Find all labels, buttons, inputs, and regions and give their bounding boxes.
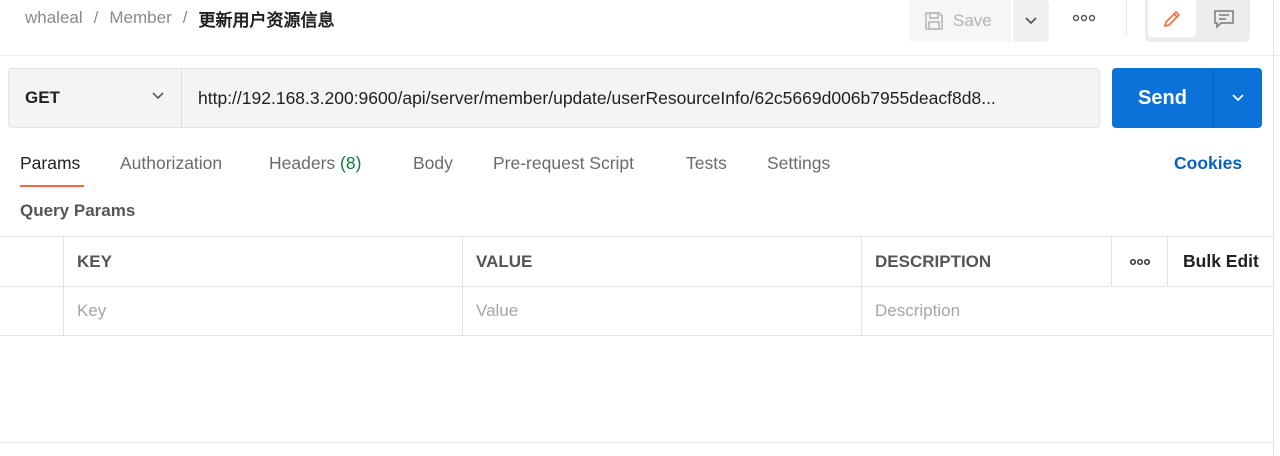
url-value: http://192.168.3.200:9600/api/server/mem… [198,87,996,108]
headers-count-badge: (8) [340,153,362,173]
tab-authorization[interactable]: Authorization [120,153,222,174]
query-params-title: Query Params [20,201,136,220]
breadcrumb: whaleal / Member / 更新用户资源信息 [25,6,334,31]
row-select-column [0,237,64,286]
save-label: Save [953,11,992,30]
save-button[interactable]: Save [909,0,1011,42]
method-label: GET [25,88,60,107]
query-params-table: KEY VALUE DESCRIPTION Bulk Edit Key Valu… [0,236,1274,336]
save-disk-icon [923,10,945,32]
tab-headers-label: Headers [269,153,336,173]
tab-params[interactable]: Params [20,153,80,174]
breadcrumb-separator: / [182,8,188,27]
key-input[interactable]: Key [63,287,463,335]
send-button[interactable]: Send [1112,68,1213,128]
edit-mode-button[interactable] [1148,0,1196,37]
send-options-button[interactable] [1214,68,1262,128]
method-select[interactable]: GET [8,68,182,128]
url-input[interactable]: http://192.168.3.200:9600/api/server/mem… [181,68,1100,128]
column-header-key: KEY [63,237,463,286]
chevron-down-icon [152,92,164,100]
bulk-edit-button[interactable]: Bulk Edit [1167,237,1274,286]
view-mode-toggle [1145,0,1250,42]
save-button-group: Save [909,0,1049,42]
more-dots-icon [1129,258,1151,265]
row-checkbox-cell [0,287,64,335]
more-actions-button[interactable] [1070,8,1098,28]
column-header-value: VALUE [462,237,862,286]
tab-body[interactable]: Body [413,153,453,174]
table-header-row: KEY VALUE DESCRIPTION Bulk Edit [0,236,1274,286]
more-dots-icon [1072,14,1096,22]
breadcrumb-workspace[interactable]: whaleal [25,8,83,28]
tab-settings[interactable]: Settings [767,153,830,174]
pencil-icon [1163,10,1181,27]
panel-border [1273,0,1274,456]
request-name[interactable]: 更新用户资源信息 [198,6,334,31]
tab-pre-request-script[interactable]: Pre-request Script [493,153,634,174]
active-tab-indicator [20,185,84,187]
tab-headers[interactable]: Headers (8) [269,153,361,174]
comment-icon [1214,9,1234,29]
comments-button[interactable] [1201,0,1247,37]
chevron-down-icon [1232,94,1244,102]
column-options-button[interactable] [1111,237,1168,286]
chevron-down-icon [1025,17,1037,25]
description-input[interactable]: Description [861,287,1274,335]
cookies-link[interactable]: Cookies [1174,153,1242,174]
tab-tests[interactable]: Tests [686,153,727,174]
column-header-description: DESCRIPTION [861,237,1112,286]
send-button-group: Send [1112,68,1262,128]
divider [1126,0,1127,36]
breadcrumb-separator: / [93,8,99,27]
table-row: Key Value Description [0,286,1274,336]
save-options-button[interactable] [1013,0,1049,42]
breadcrumb-collection[interactable]: Member [109,8,171,28]
request-header: whaleal / Member / 更新用户资源信息 Save [0,0,1280,56]
response-pane-divider[interactable] [0,442,1273,443]
value-input[interactable]: Value [462,287,862,335]
